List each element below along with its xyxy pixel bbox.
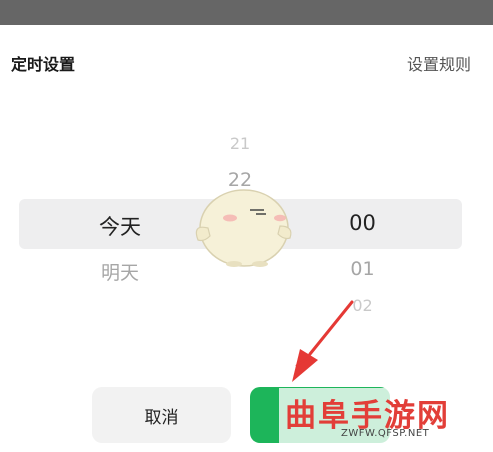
hour-option[interactable]: 21 bbox=[200, 134, 280, 153]
cancel-button[interactable]: 取消 bbox=[92, 387, 231, 443]
minute-picker-column[interactable]: 00 01 02 bbox=[320, 0, 405, 452]
day-option-next[interactable]: 明天 bbox=[70, 258, 170, 285]
sheet-title: 定时设置 bbox=[11, 55, 76, 74]
minute-option[interactable]: 01 bbox=[320, 258, 405, 280]
settings-rules-link[interactable]: 设置规则 bbox=[407, 51, 471, 75]
watermark-url: ZWFW.QFSP.NET bbox=[341, 428, 430, 439]
watermark: 曲阜手游网 ZWFW.QFSP.NET bbox=[279, 388, 491, 444]
day-option-selected[interactable]: 今天 bbox=[70, 211, 170, 241]
minute-option-selected[interactable]: 00 bbox=[320, 211, 405, 235]
day-picker-column[interactable]: 今天 明天 bbox=[70, 0, 170, 452]
mascot-illustration bbox=[195, 189, 292, 267]
minute-option[interactable]: 02 bbox=[320, 296, 405, 315]
